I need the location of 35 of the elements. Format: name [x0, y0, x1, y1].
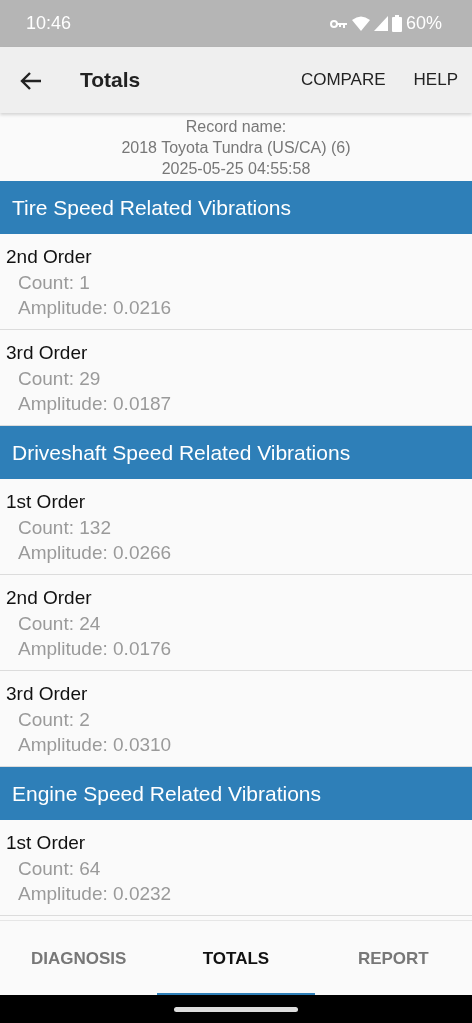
- amplitude-text: Amplitude: 0.0310: [18, 733, 173, 757]
- screen-title: Totals: [80, 67, 141, 94]
- amplitude-text: Amplitude: 0.0176: [18, 637, 173, 661]
- section-header: Driveshaft Speed Related Vibrations: [0, 426, 472, 479]
- action-button[interactable]: HELP: [413, 63, 458, 97]
- count-text: Count: 64: [18, 857, 102, 881]
- order-title: 2nd Order: [6, 245, 93, 269]
- amplitude-text: Amplitude: 0.0187: [18, 392, 173, 416]
- record-label: Record name:: [184, 117, 288, 137]
- section-header: Tire Speed Related Vibrations: [0, 181, 472, 234]
- count-text: Count: 29: [18, 367, 102, 391]
- record-date: 2025-05-25 04:55:58: [160, 159, 312, 179]
- signal-icon: [373, 16, 388, 31]
- action-button[interactable]: COMPARE: [300, 63, 386, 97]
- record-name: 2018 Toyota Tundra (US/CA) (6): [120, 138, 352, 158]
- order-title: 2nd Order: [6, 586, 93, 610]
- order-title: 3rd Order: [6, 682, 89, 706]
- amplitude-text: Amplitude: 0.0266: [18, 541, 173, 565]
- amplitude-text: Amplitude: 0.0232: [18, 882, 173, 906]
- order-title: 1st Order: [6, 831, 87, 855]
- order-title: 1st Order: [6, 490, 87, 514]
- section-header: Engine Speed Related Vibrations: [0, 767, 472, 820]
- clock-text: 10:46: [26, 12, 72, 35]
- count-text: Count: 24: [18, 612, 102, 636]
- wifi-icon: [351, 16, 370, 31]
- tab[interactable]: DIAGNOSIS: [0, 921, 158, 996]
- count-text: Count: 132: [18, 516, 112, 540]
- battery-percent: 60%: [405, 12, 442, 35]
- amplitude-text: Amplitude: 0.0216: [18, 296, 173, 320]
- order-title: 3rd Order: [6, 341, 89, 365]
- battery-icon: [391, 15, 402, 32]
- count-text: Count: 1: [18, 271, 91, 295]
- count-text: Count: 2: [18, 708, 91, 732]
- vpn-key-icon: [329, 18, 348, 29]
- tab[interactable]: REPORT: [314, 921, 472, 996]
